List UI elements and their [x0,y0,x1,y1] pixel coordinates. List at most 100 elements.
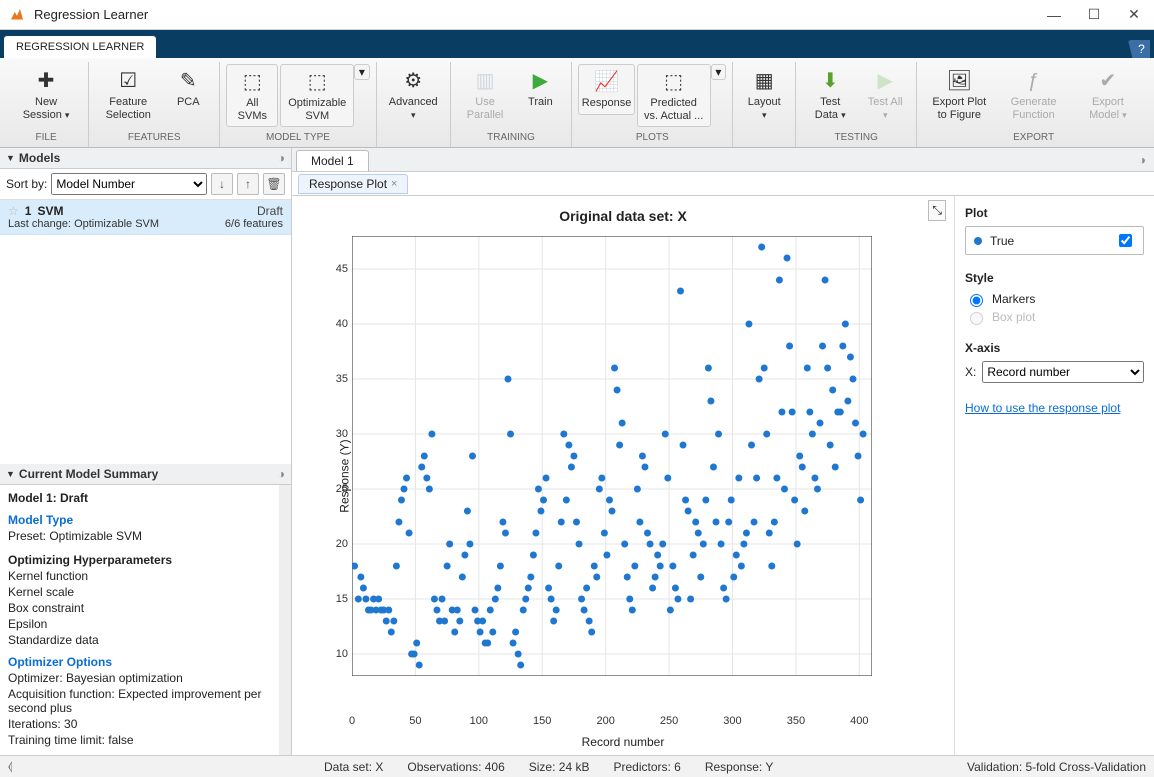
collapse-icon: ▼ [6,469,15,479]
gear-icon: ⚙ [400,68,426,94]
group-label: FEATURES [128,130,181,147]
model-type-dropdown[interactable]: ▾ [354,64,370,80]
model-list-item[interactable]: ☆ 1 SVM Draft Last change: Optimizable S… [0,200,291,235]
chart-line-icon: 📈 [594,69,620,95]
x-axis-label: Record number [292,735,954,749]
test-all-button: ▶ Test All ▾ [860,64,910,125]
tab-gear-icon[interactable]: ◑ [1139,153,1146,167]
y-tick: 40 [336,318,348,330]
group-label: MODEL TYPE [266,130,330,147]
group-label: TRAINING [487,130,535,147]
x-tick: 400 [850,715,868,727]
scroll-left-icon[interactable]: ⦉ [8,759,300,774]
summary-panel-head[interactable]: ▼ Current Model Summary ◑ [0,464,291,485]
predicted-vs-actual-button[interactable]: ⬚ Predicted vs. Actual ... [637,64,711,127]
style-markers-radio[interactable]: Markers [965,291,1144,307]
status-size: Size: 24 kB [529,760,590,774]
status-response: Response: Y [705,760,774,774]
test-data-button[interactable]: ⬇ Test Data ▾ [802,64,858,125]
group-label: EXPORT [1013,130,1054,147]
tab-model-1[interactable]: Model 1 [296,150,369,171]
checklist-icon: ☑ [115,68,141,94]
y-tick: 45 [336,263,348,275]
panel-gear-icon[interactable]: ◑ [278,151,285,165]
ribbon: ✚ New Session ▾ FILE ☑ Feature Selection… [0,58,1154,148]
optimizer-line: Optimizer: Bayesian optimization [8,671,271,685]
optimizer-line: Iterations: 30 [8,717,271,731]
group-label: FILE [36,130,57,147]
group-label: PLOTS [636,130,669,147]
group-label [763,130,766,147]
feature-selection-button[interactable]: ☑ Feature Selection [95,64,161,125]
close-icon[interactable]: × [391,178,397,190]
tab-regression-learner[interactable]: REGRESSION LEARNER [4,36,156,58]
train-button[interactable]: ▶ Train [515,64,565,113]
scatter-icon: ⬚ [661,69,687,95]
y-tick: 10 [336,648,348,660]
editor-tab-row: Model 1 ◑ [292,148,1154,172]
export-plot-button[interactable]: 🖼 Export Plot to Figure [923,64,995,125]
status-validation: Validation: 5-fold Cross-Validation [967,760,1146,774]
x-tick: 50 [409,715,421,727]
group-export: 🖼 Export Plot to Figure ƒ Generate Funct… [917,62,1150,147]
param-line: Box constraint [8,601,271,615]
sort-select[interactable]: Model Number [51,173,207,195]
export-model-button: ✔ Export Model ▾ [1072,64,1144,125]
model-features: 6/6 features [225,218,283,230]
response-plot-button[interactable]: 📈 Response [578,64,634,115]
matlab-icon [8,6,26,24]
help-icon[interactable]: ? [1128,40,1150,58]
style-boxplot-radio: Box plot [965,309,1144,325]
star-icon[interactable]: ☆ [8,204,19,218]
figure-icon: 🖼 [946,68,972,94]
scrollbar[interactable] [279,485,291,755]
play-icon: ▶ [872,68,898,94]
x-tick: 300 [723,715,741,727]
param-line: Epsilon [8,617,271,631]
scatter-chart [352,236,872,676]
panel-gear-icon[interactable]: ◑ [278,467,285,481]
optimizable-svm-button[interactable]: ⬚ Optimizable SVM [280,64,354,127]
y-tick: 20 [336,538,348,550]
group-plots: 📈 Response ⬚ Predicted vs. Actual ... ▾ … [572,62,733,147]
status-obs: Observations: 406 [407,760,504,774]
model-type-heading: Model Type [8,513,271,527]
model-number: 1 [25,204,32,218]
optimizer-heading: Optimizer Options [8,655,271,669]
preset-line: Preset: Optimizable SVM [8,529,271,543]
subtab-response-plot[interactable]: Response Plot× [298,174,408,194]
layout-button[interactable]: ▦ Layout▾ [739,64,789,125]
maximize-button[interactable]: ☐ [1074,0,1114,30]
x-tick: 0 [349,715,355,727]
group-layout: ▦ Layout▾ [733,62,796,147]
param-line: Kernel scale [8,585,271,599]
all-svms-button[interactable]: ⬚ All SVMs [226,64,278,127]
legend-label: True [990,234,1014,248]
xaxis-select[interactable]: Record number [982,361,1144,383]
models-panel-head[interactable]: ▼ Models ◑ [0,148,291,169]
help-link[interactable]: How to use the response plot [965,401,1120,415]
legend-true-checkbox[interactable] [1119,234,1132,247]
advanced-button[interactable]: ⚙ Advanced▾ [383,64,444,125]
pca-icon: ✎ [175,68,201,94]
sort-asc-button[interactable]: ↓ [211,173,233,195]
x-label: X: [965,365,976,379]
delete-button[interactable]: 🗑 [263,173,285,195]
new-session-button[interactable]: ✚ New Session ▾ [10,64,82,125]
x-tick: 150 [533,715,551,727]
pca-button[interactable]: ✎ PCA [163,64,213,113]
legend-dot-icon [974,237,982,245]
close-button[interactable]: ✕ [1114,0,1154,30]
status-predictors: Predictors: 6 [613,760,680,774]
workspace: ▼ Models ◑ Sort by: Model Number ↓ ↑ 🗑 ☆… [0,148,1154,755]
plot-area: ⤡ Original data set: X Response (Y) Reco… [292,196,1154,755]
minimize-button[interactable]: — [1034,0,1074,30]
x-tick: 200 [596,715,614,727]
function-icon: ƒ [1021,68,1047,94]
plots-dropdown[interactable]: ▾ [711,64,727,80]
sort-desc-button[interactable]: ↑ [237,173,259,195]
group-testing: ⬇ Test Data ▾ ▶ Test All ▾ TESTING [796,62,917,147]
panel-title: Models [19,151,60,165]
check-icon: ✔ [1095,68,1121,94]
opt-heading: Optimizing Hyperparameters [8,553,271,567]
